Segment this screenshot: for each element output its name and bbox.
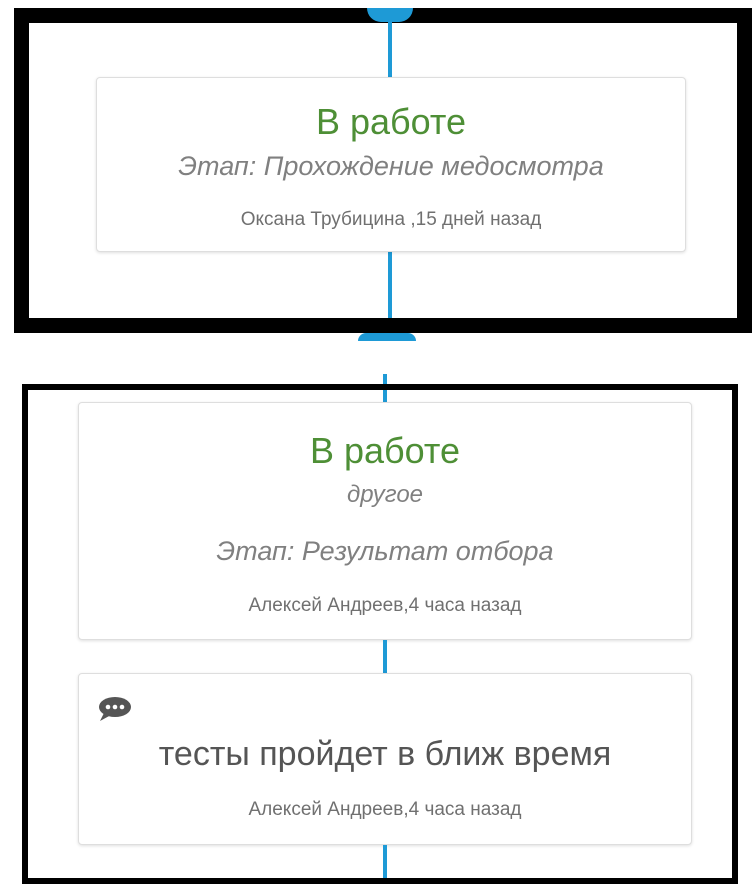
reason-label: другое	[346, 481, 424, 508]
comment-text: тесты пройдет в ближ время	[158, 735, 612, 773]
chat-bubble-icon	[99, 697, 131, 721]
comment-card: тесты пройдет в ближ время Алексей Андре…	[78, 673, 692, 845]
timeline-line-segment	[388, 22, 392, 78]
stage-label: Этап: Прохождение медосмотра	[178, 151, 604, 181]
timeline-node	[367, 8, 413, 22]
status-label: В работе	[315, 101, 466, 142]
stage-label: Этап: Результат отбора	[216, 536, 554, 566]
status-card: В работе другое Этап: Результат отбора А…	[78, 402, 692, 640]
timeline-line-segment	[383, 845, 387, 878]
status-label: В работе	[309, 430, 460, 471]
status-card: В работе Этап: Прохождение медосмотра Ок…	[96, 77, 686, 252]
timeline-node	[358, 333, 416, 341]
author-timestamp: Оксана Трубицина ,15 дней назад	[240, 209, 542, 230]
author-timestamp: Алексей Андреев,4 часа назад	[248, 799, 522, 820]
timeline-line-segment	[383, 390, 387, 402]
timeline-line-segment	[383, 640, 387, 673]
timeline-line-segment	[388, 252, 392, 318]
author-timestamp: Алексей Андреев,4 часа назад	[248, 595, 522, 616]
